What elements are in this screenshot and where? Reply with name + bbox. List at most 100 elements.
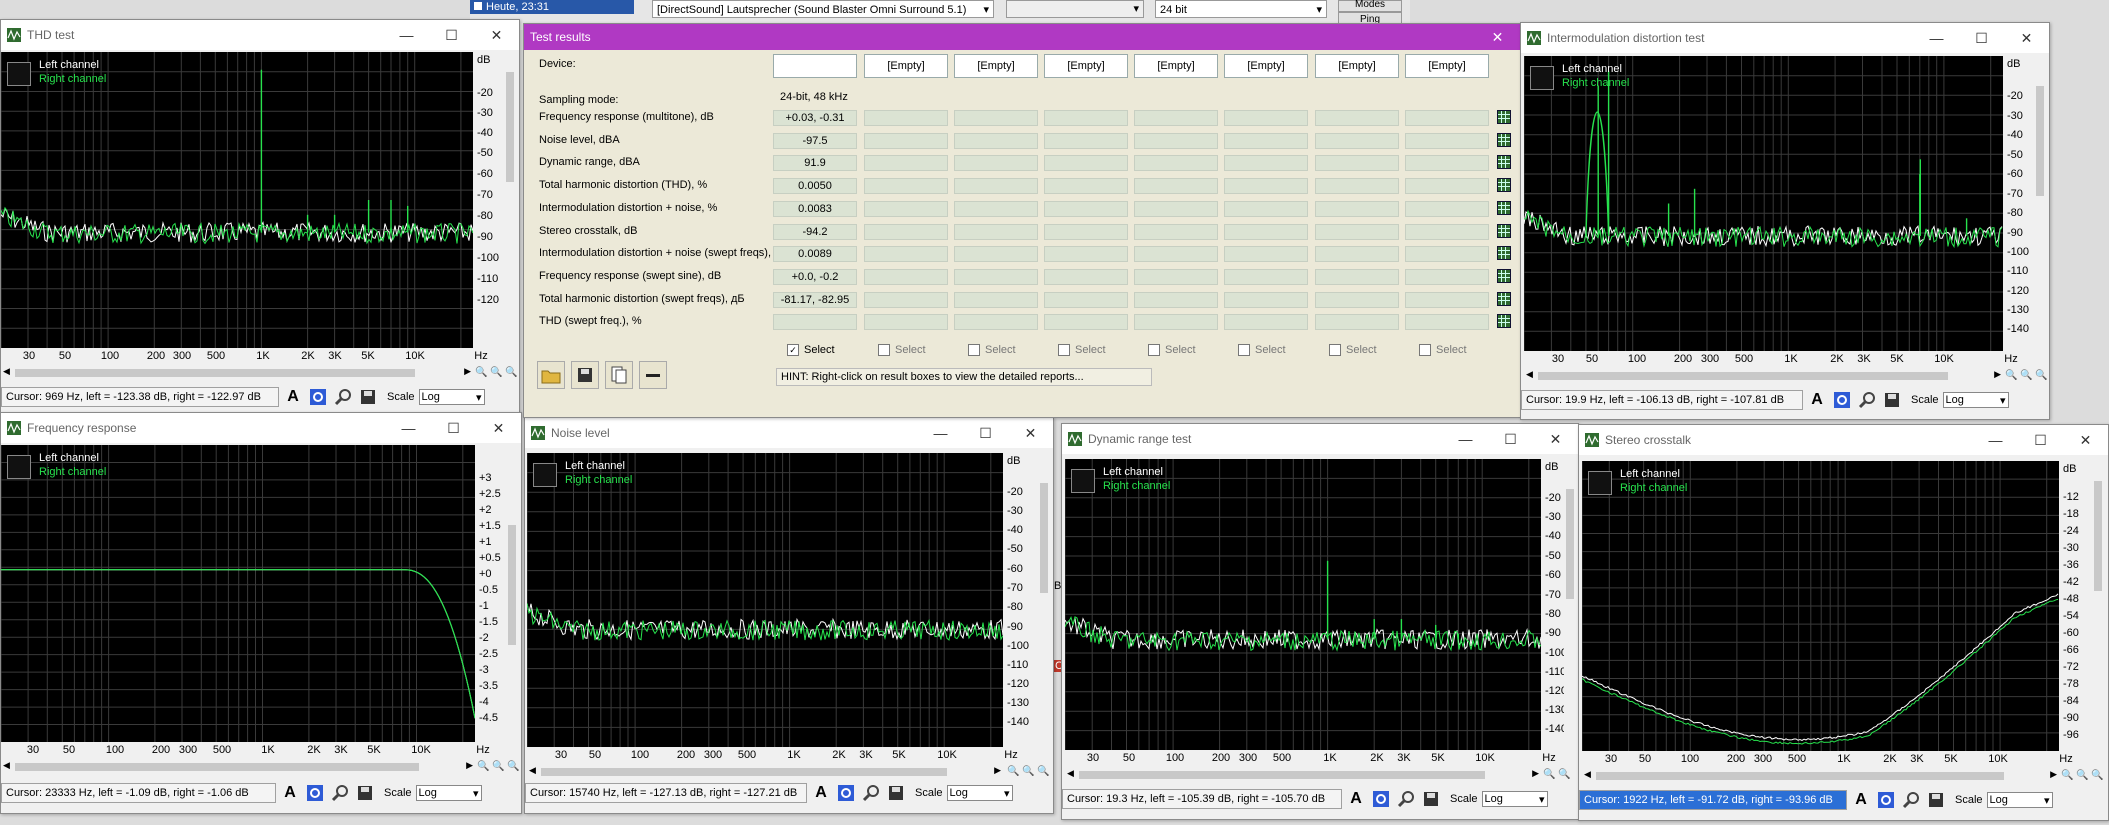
result-cell[interactable]	[1315, 292, 1399, 308]
zoom-out-icon[interactable]: 🔍	[1022, 765, 1035, 778]
minimize-button[interactable]: —	[1443, 424, 1488, 454]
bits-select[interactable]: 24 bit ▾	[1155, 0, 1327, 18]
scroll-thumb[interactable]	[1596, 772, 2004, 780]
close-button[interactable]: ✕	[2004, 23, 2049, 53]
zoom-in-icon[interactable]: 🔍	[1543, 768, 1556, 781]
result-cell[interactable]	[1134, 155, 1218, 171]
text-tool-icon[interactable]: A	[279, 782, 301, 804]
magnifier-icon[interactable]	[1900, 789, 1922, 811]
grid-report-icon[interactable]	[1497, 110, 1511, 124]
select-checkbox[interactable]: Select	[1329, 344, 1377, 356]
legend-icon[interactable]	[1071, 469, 1095, 493]
grid-report-icon[interactable]	[1497, 246, 1511, 260]
settings-icon[interactable]	[1831, 389, 1853, 411]
text-tool-icon[interactable]: A	[1806, 389, 1828, 411]
result-cell[interactable]	[1224, 269, 1308, 285]
legend-icon[interactable]	[533, 463, 557, 487]
result-cell[interactable]	[1315, 155, 1399, 171]
scale-select[interactable]: Log▾	[947, 785, 1013, 801]
result-cell[interactable]	[954, 314, 1038, 330]
result-cell[interactable]	[1044, 292, 1128, 308]
result-cell[interactable]	[1224, 201, 1308, 217]
result-cell[interactable]	[954, 155, 1038, 171]
device-slot[interactable]: [Empty]	[1405, 54, 1489, 78]
result-cell[interactable]	[864, 292, 948, 308]
device-slot[interactable]: [Empty]	[1315, 54, 1399, 78]
scroll-thumb[interactable]	[2094, 481, 2102, 591]
result-cell[interactable]: 91.9	[773, 155, 857, 171]
scroll-thumb[interactable]	[15, 369, 415, 377]
checkbox-box[interactable]	[1148, 344, 1160, 356]
result-cell[interactable]	[1224, 246, 1308, 262]
result-cell[interactable]	[864, 110, 948, 126]
grid-report-icon[interactable]	[1497, 224, 1511, 238]
grid-report-icon[interactable]	[1497, 133, 1511, 147]
legend-icon[interactable]	[7, 455, 31, 479]
device-slot[interactable]: [Empty]	[864, 54, 948, 78]
noise-level-plot[interactable]: Left channelRight channel	[527, 453, 1003, 747]
settings-icon[interactable]	[1370, 788, 1392, 810]
result-cell[interactable]: 0.0089	[773, 246, 857, 262]
result-cell[interactable]	[1405, 110, 1489, 126]
minimize-button[interactable]: —	[384, 20, 429, 50]
maximize-button[interactable]: ☐	[963, 418, 1008, 448]
grid-report-icon[interactable]	[1497, 292, 1511, 306]
scroll-left-icon[interactable]: ◀	[1067, 768, 1074, 779]
result-cell[interactable]	[1405, 314, 1489, 330]
select-checkbox[interactable]: Select	[968, 344, 1016, 356]
result-cell[interactable]: -81.17, -82.95	[773, 292, 857, 308]
legend-icon[interactable]	[1530, 66, 1554, 90]
scroll-left-icon[interactable]: ◀	[529, 765, 536, 776]
result-cell[interactable]	[1044, 110, 1128, 126]
result-cell[interactable]	[1134, 292, 1218, 308]
result-cell[interactable]	[1044, 201, 1128, 217]
result-cell[interactable]	[1134, 246, 1218, 262]
grid-report-icon[interactable]	[1497, 155, 1511, 169]
scale-select[interactable]: Log▾	[1987, 792, 2053, 808]
scroll-left-icon[interactable]: ◀	[3, 760, 10, 771]
checkbox-box[interactable]	[878, 344, 890, 356]
minimize-button[interactable]: —	[386, 413, 431, 443]
close-button[interactable]: ✕	[1008, 418, 1053, 448]
result-cell[interactable]	[1315, 178, 1399, 194]
horizontal-scrollbar[interactable]: ◀▶	[527, 765, 1003, 779]
zoom-fit-icon[interactable]: 🔍	[1037, 765, 1050, 778]
vertical-scrollbar[interactable]	[2091, 461, 2105, 751]
zoom-in-icon[interactable]: 🔍	[2005, 369, 2018, 382]
save-icon[interactable]	[885, 782, 907, 804]
checkbox-box[interactable]	[1419, 344, 1431, 356]
result-cell[interactable]	[1224, 178, 1308, 194]
legend-icon[interactable]	[1588, 471, 1612, 495]
zoom-in-icon[interactable]: 🔍	[475, 366, 488, 379]
scroll-thumb[interactable]	[15, 763, 419, 771]
device-slot[interactable]: [Empty]	[1134, 54, 1218, 78]
scroll-thumb[interactable]	[506, 72, 514, 182]
title-bar[interactable]: Noise level —☐✕	[525, 418, 1053, 448]
result-cell[interactable]	[1134, 133, 1218, 149]
minimize-button[interactable]: —	[918, 418, 963, 448]
vertical-scrollbar[interactable]	[503, 52, 517, 348]
settings-icon[interactable]	[307, 386, 329, 408]
result-cell[interactable]	[1044, 155, 1128, 171]
select-checkbox[interactable]: Select	[1419, 344, 1467, 356]
save-icon[interactable]	[1881, 389, 1903, 411]
result-cell[interactable]	[1044, 314, 1128, 330]
close-button[interactable]: ✕	[1475, 24, 1520, 50]
scroll-left-icon[interactable]: ◀	[1526, 369, 1533, 380]
select-checkbox[interactable]: Select	[1238, 344, 1286, 356]
maximize-button[interactable]: ☐	[1959, 23, 2004, 53]
stereo-crosstalk-plot[interactable]: Left channelRight channel	[1582, 461, 2059, 751]
select-checkbox[interactable]: Select	[1058, 344, 1106, 356]
horizontal-scrollbar[interactable]: ◀▶	[1, 760, 475, 774]
result-cell[interactable]	[1315, 201, 1399, 217]
scroll-thumb[interactable]	[1040, 483, 1048, 593]
zoom-out-icon[interactable]: 🔍	[2076, 769, 2089, 782]
result-cell[interactable]	[1315, 110, 1399, 126]
frequency-response-plot[interactable]: Left channelRight channel	[1, 445, 475, 742]
checkbox-box[interactable]: ✓	[787, 344, 799, 356]
device-slot[interactable]: SBO	[773, 54, 857, 78]
result-cell[interactable]: 0.0083	[773, 201, 857, 217]
result-cell[interactable]	[1405, 178, 1489, 194]
result-cell[interactable]	[1315, 133, 1399, 149]
result-cell[interactable]	[954, 133, 1038, 149]
